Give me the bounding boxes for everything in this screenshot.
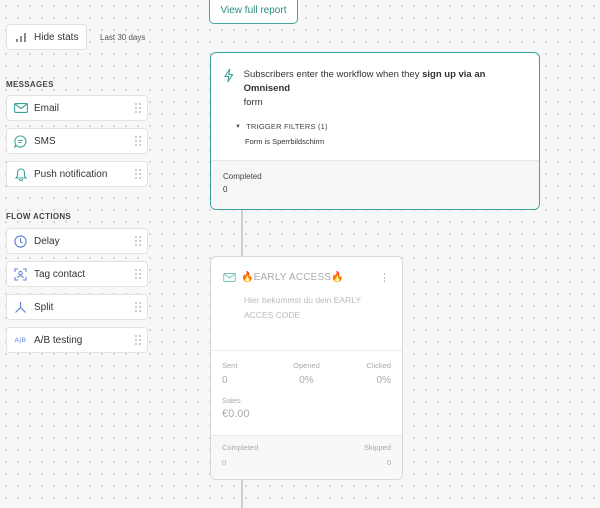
- sidebar-item-sms[interactable]: SMS: [6, 128, 148, 154]
- email-step-card[interactable]: 🔥EARLY ACCESS🔥 ⋮ Hier bekommst du dein E…: [210, 256, 403, 480]
- sales-label: Sales: [222, 396, 241, 405]
- completed-label: Completed: [222, 443, 259, 452]
- caret-down-icon: ▼: [235, 123, 242, 130]
- sidebar-item-delay[interactable]: Delay: [6, 228, 148, 254]
- trigger-stats: Completed 0: [211, 160, 539, 209]
- sidebar-item-label: Delay: [34, 235, 60, 247]
- sidebar-item-label: Email: [34, 102, 60, 114]
- email-step-title: 🔥EARLY ACCESS🔥: [241, 272, 344, 283]
- connector-line: [241, 480, 243, 508]
- trigger-filters-label: TRIGGER FILTERS (1): [246, 122, 328, 131]
- more-options-icon[interactable]: ⋮: [379, 272, 390, 283]
- email-step-progress: Completed Skipped 0 0: [211, 435, 402, 479]
- drag-handle-icon[interactable]: [129, 136, 147, 146]
- email-icon: [7, 103, 34, 113]
- sidebar-item-split[interactable]: Split: [6, 294, 148, 320]
- tag-contact-icon: [7, 268, 34, 281]
- drag-handle-icon[interactable]: [129, 335, 147, 345]
- view-full-report-button[interactable]: View full report: [209, 0, 298, 24]
- clock-icon: [7, 234, 34, 248]
- flow-actions-section-label: FLOW ACTIONS: [6, 212, 72, 221]
- sidebar-item-label: Tag contact: [34, 268, 86, 280]
- sidebar-item-label: SMS: [34, 135, 56, 147]
- sales-value: €0.00: [222, 408, 250, 420]
- stats-range-label: Last 30 days: [100, 33, 146, 42]
- bell-icon: [7, 167, 34, 181]
- sidebar-item-label: A/B testing: [34, 334, 83, 346]
- hide-stats-label: Hide stats: [34, 31, 79, 43]
- clicked-label: Clicked: [366, 361, 391, 370]
- ab-testing-icon: A|B: [14, 336, 27, 344]
- trigger-description: Subscribers enter the workflow when they…: [243, 69, 486, 108]
- sidebar-item-email[interactable]: Email: [6, 95, 148, 121]
- opened-label: Opened: [293, 361, 320, 370]
- sidebar-item-label: Split: [34, 301, 54, 313]
- connector-line: [241, 210, 243, 256]
- trigger-filter-detail: Form is Sperrbildschirm: [245, 137, 325, 146]
- hide-stats-button[interactable]: Hide stats: [6, 24, 87, 50]
- sent-label: Sent: [222, 361, 238, 370]
- trigger-filters[interactable]: ▼ TRIGGER FILTERS (1) Form is Sperrbilds…: [235, 122, 539, 146]
- sent-value: 0: [222, 375, 228, 386]
- completed-value: 0: [222, 458, 227, 467]
- skipped-label: Skipped: [363, 443, 391, 452]
- lightning-icon: [224, 68, 234, 83]
- drag-handle-icon[interactable]: [129, 269, 147, 279]
- sidebar-item-tag-contact[interactable]: Tag contact: [6, 261, 148, 287]
- email-step-stats: Sent Opened Clicked 0 0% 0% Sales €0.00: [211, 350, 402, 435]
- drag-handle-icon[interactable]: [129, 103, 147, 113]
- email-step-subject: Hier bekommst du dein EARLY ACCES CODE: [244, 295, 361, 320]
- drag-handle-icon[interactable]: [129, 169, 147, 179]
- sidebar-item-label: Push notification: [34, 168, 108, 180]
- messages-section-label: MESSAGES: [6, 80, 54, 89]
- trigger-card[interactable]: Subscribers enter the workflow when they…: [210, 52, 540, 210]
- completed-label: Completed: [223, 172, 262, 181]
- sidebar-item-push-notification[interactable]: Push notification: [6, 161, 148, 187]
- opened-value: 0%: [299, 375, 314, 386]
- skipped-value: 0: [386, 458, 391, 467]
- drag-handle-icon[interactable]: [129, 236, 147, 246]
- split-icon: [7, 301, 34, 314]
- completed-value: 0: [223, 185, 228, 194]
- drag-handle-icon[interactable]: [129, 302, 147, 312]
- sms-icon: [7, 134, 34, 148]
- bar-chart-icon: [16, 32, 26, 42]
- email-icon: [223, 273, 236, 282]
- clicked-value: 0%: [376, 375, 391, 386]
- sidebar-item-ab-testing[interactable]: A|B A/B testing: [6, 327, 148, 353]
